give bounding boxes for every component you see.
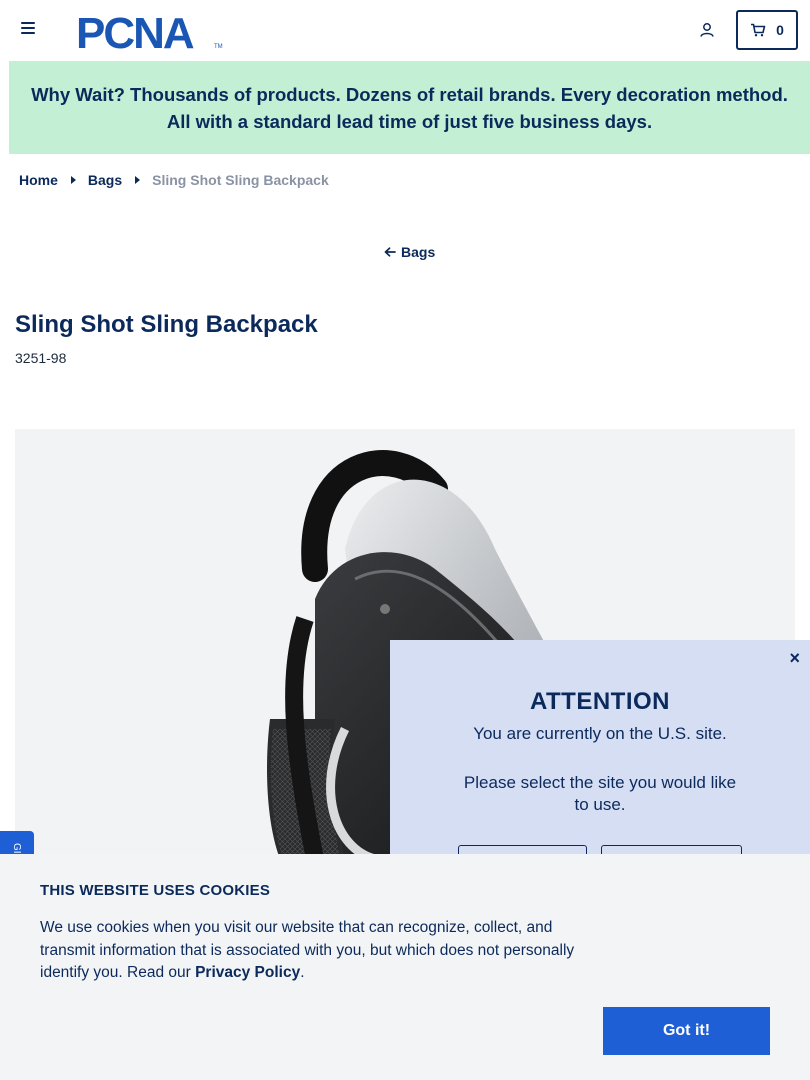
got-it-button[interactable]: Got it! bbox=[603, 1007, 770, 1055]
svg-text:TM: TM bbox=[214, 44, 223, 50]
pcna-logo[interactable]: PCNA TM bbox=[76, 10, 224, 50]
site-header: PCNA TM 0 bbox=[0, 0, 810, 61]
cookie-period: . bbox=[300, 964, 305, 981]
breadcrumb-bags[interactable]: Bags bbox=[88, 172, 122, 188]
cart-count: 0 bbox=[776, 22, 784, 38]
product-title: Sling Shot Sling Backpack bbox=[15, 311, 318, 338]
product-sku: 3251-98 bbox=[15, 350, 67, 366]
back-to-bags-link[interactable]: Bags bbox=[384, 244, 435, 260]
modal-current-site-text: You are currently on the U.S. site. bbox=[473, 724, 727, 743]
svg-text:PCNA: PCNA bbox=[76, 10, 194, 50]
account-icon[interactable] bbox=[699, 22, 715, 38]
breadcrumb-home[interactable]: Home bbox=[19, 172, 58, 188]
site-selector-modal: × ATTENTION You are currently on the U.S… bbox=[390, 640, 810, 885]
promo-banner: Why Wait? Thousands of products. Dozens … bbox=[9, 61, 810, 154]
modal-title: ATTENTION bbox=[529, 688, 671, 715]
cookie-text: We use cookies when you visit our websit… bbox=[40, 917, 600, 985]
menu-icon[interactable] bbox=[21, 22, 35, 36]
cart-button[interactable]: 0 bbox=[736, 10, 798, 50]
close-icon[interactable]: × bbox=[789, 648, 800, 669]
cookie-banner: THIS WEBSITE USES COOKIES We use cookies… bbox=[0, 854, 810, 1080]
cookie-title: THIS WEBSITE USES COOKIES bbox=[40, 882, 271, 899]
modal-select-site-text: Please select the site you would like to… bbox=[463, 773, 737, 814]
breadcrumb-current: Sling Shot Sling Backpack bbox=[152, 172, 329, 188]
breadcrumb-separator-icon bbox=[135, 176, 141, 184]
cart-icon bbox=[751, 23, 766, 37]
back-link-label: Bags bbox=[401, 244, 436, 260]
breadcrumb-separator-icon bbox=[70, 176, 76, 184]
breadcrumb: Home Bags Sling Shot Sling Backpack bbox=[19, 172, 329, 188]
feedback-tab-label: GI bbox=[11, 843, 22, 854]
arrow-left-icon bbox=[384, 247, 396, 257]
cookie-body: We use cookies when you visit our websit… bbox=[40, 919, 575, 981]
privacy-policy-link[interactable]: Privacy Policy bbox=[195, 964, 300, 981]
promo-text: Why Wait? Thousands of products. Dozens … bbox=[31, 83, 788, 132]
